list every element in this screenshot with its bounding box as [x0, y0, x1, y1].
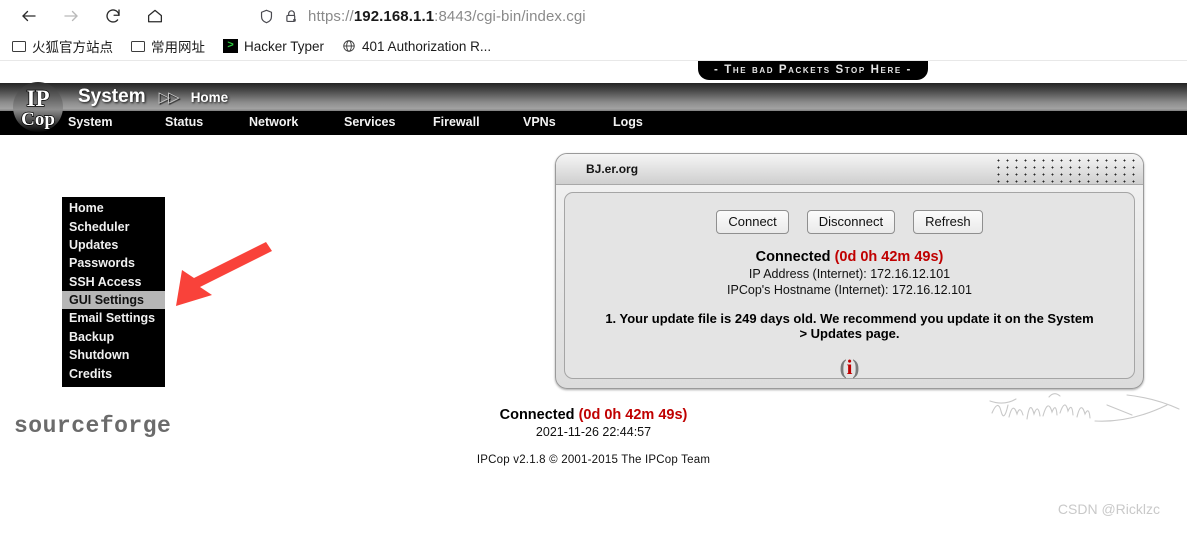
bookmark-label: Hacker Typer [244, 38, 325, 54]
url-text[interactable]: https://192.168.1.1:8443/cgi-bin/index.c… [308, 8, 586, 25]
main-nav: System Status Network Services Firewall … [0, 111, 1187, 135]
bookmark-item-common-sites[interactable]: 常用网址 [131, 36, 205, 56]
menu-item-passwords[interactable]: Passwords [62, 254, 165, 272]
forward-button[interactable] [58, 3, 84, 29]
ipcop-page: - The bad Packets Stop Here - IP Cop Sys… [0, 61, 1187, 527]
breadcrumb-section: System [78, 86, 146, 107]
grille-pattern-icon [994, 155, 1141, 183]
breadcrumb-page: Home [190, 90, 229, 105]
menu-item-gui-settings[interactable]: GUI Settings [62, 290, 165, 310]
info-icon-paren-right: ) [852, 354, 860, 379]
menu-item-scheduler[interactable]: Scheduler [62, 217, 165, 235]
nav-item-services[interactable]: Services [344, 115, 395, 129]
menu-item-email-settings[interactable]: Email Settings [62, 309, 165, 327]
bookmark-label: 常用网址 [151, 40, 205, 55]
reload-button[interactable] [100, 3, 126, 29]
nav-item-status[interactable]: Status [165, 115, 203, 129]
globe-icon [342, 39, 356, 53]
info-icon-paren-left: ( [839, 354, 847, 379]
update-warning-message: 1. Your update file is 249 days old. We … [605, 311, 1094, 342]
footer-datetime: 2021-11-26 22:44:57 [535, 425, 652, 439]
panel-title: BJ.er.org [586, 162, 639, 176]
menu-item-shutdown[interactable]: Shutdown [62, 346, 165, 364]
connect-button[interactable]: Connect [716, 210, 789, 234]
system-dropdown-menu: Home Scheduler Updates Passwords SSH Acc… [62, 197, 165, 387]
footer-connection-status: Connected (0d 0h 42m 49s) [0, 407, 1187, 423]
csdn-watermark: CSDN @Ricklzc [1057, 501, 1160, 517]
ip-address-line: IP Address (Internet): 172.16.12.101 [748, 267, 951, 281]
bookmark-item-firefox-home[interactable]: 火狐官方站点 [12, 36, 113, 56]
connection-status: Connected (0d 0h 42m 49s) [565, 249, 1134, 265]
nav-item-network[interactable]: Network [249, 115, 298, 129]
nav-item-vpns[interactable]: VPNs [523, 115, 556, 129]
lock-warning-icon[interactable] [283, 8, 300, 25]
menu-item-ssh-access[interactable]: SSH Access [62, 273, 165, 291]
shield-icon[interactable] [258, 8, 275, 25]
connection-status-label: Connected [755, 249, 831, 265]
menu-item-credits[interactable]: Credits [62, 364, 165, 382]
panel-body: Connect Disconnect Refresh Connected (0d… [564, 192, 1135, 379]
menu-item-home[interactable]: Home [62, 199, 165, 217]
home-button[interactable] [142, 3, 168, 29]
arrow-left-icon [22, 10, 36, 22]
bookmark-label: 火狐官方站点 [32, 40, 113, 55]
bookmark-item-hacker-typer[interactable]: > Hacker Typer [223, 39, 324, 54]
bookmark-label: 401 Authorization R... [362, 38, 492, 54]
panel-header: BJ.er.org [556, 154, 1143, 185]
menu-item-updates[interactable]: Updates [62, 236, 165, 254]
back-button[interactable] [16, 3, 42, 29]
connection-buttons: Connect Disconnect Refresh [565, 210, 1134, 234]
breadcrumb: System ▷▷ Home [78, 86, 228, 108]
home-icon [147, 9, 163, 23]
folder-icon [131, 40, 145, 52]
nav-item-firewall[interactable]: Firewall [433, 115, 480, 129]
hostname-line: IPCop's Hostname (Internet): 172.16.12.1… [727, 283, 972, 297]
info-icon[interactable]: (i) [565, 355, 1134, 380]
reload-icon [106, 9, 120, 23]
bookmarks-bar: 火狐官方站点 常用网址 > Hacker Typer 401 Authoriza… [0, 32, 1187, 61]
main-content: BJ.er.org Connect Disconnect Refresh Con… [0, 135, 1187, 527]
arrow-right-icon [64, 10, 78, 22]
nav-item-logs[interactable]: Logs [613, 115, 643, 129]
tagline-badge: - The bad Packets Stop Here - [698, 61, 928, 80]
hacker-typer-favicon: > [223, 39, 238, 53]
tagline-row: - The bad Packets Stop Here - [0, 61, 1187, 83]
bookmark-item-401-authorization[interactable]: 401 Authorization R... [342, 39, 491, 54]
folder-icon [12, 40, 26, 52]
nav-item-system[interactable]: System [68, 115, 112, 129]
url-scheme: https:// [308, 7, 354, 25]
refresh-button[interactable]: Refresh [913, 210, 983, 234]
chevron-double-right-icon: ▷▷ [158, 89, 180, 106]
svg-text:Cop: Cop [21, 109, 55, 130]
connection-uptime: (0d 0h 42m 49s) [834, 249, 944, 265]
page-footer: Connected (0d 0h 42m 49s) 2021-11-26 22:… [0, 407, 1187, 466]
svg-text:IP: IP [27, 86, 50, 111]
footer-status-label: Connected [499, 407, 575, 423]
ipcop-logo-icon: IP Cop [13, 82, 63, 132]
footer-version: IPCop v2.1.8 © 2001-2015 The IPCop Team [476, 454, 711, 466]
menu-item-backup[interactable]: Backup [62, 328, 165, 346]
sourceforge-logo[interactable]: sourceforge [14, 413, 171, 439]
footer-uptime: (0d 0h 42m 49s) [578, 407, 688, 423]
ipcop-logo[interactable]: IP Cop [10, 81, 66, 133]
disconnect-button[interactable]: Disconnect [806, 210, 896, 234]
browser-toolbar: https://192.168.1.1:8443/cgi-bin/index.c… [0, 0, 1187, 32]
url-host: 192.168.1.1 [353, 7, 435, 25]
site-header: IP Cop System ▷▷ Home [0, 82, 1187, 132]
url-path: :8443/cgi-bin/index.cgi [434, 7, 586, 25]
connection-panel: BJ.er.org Connect Disconnect Refresh Con… [555, 153, 1144, 389]
address-bar[interactable]: https://192.168.1.1:8443/cgi-bin/index.c… [258, 2, 586, 30]
browser-nav-buttons [16, 3, 168, 29]
